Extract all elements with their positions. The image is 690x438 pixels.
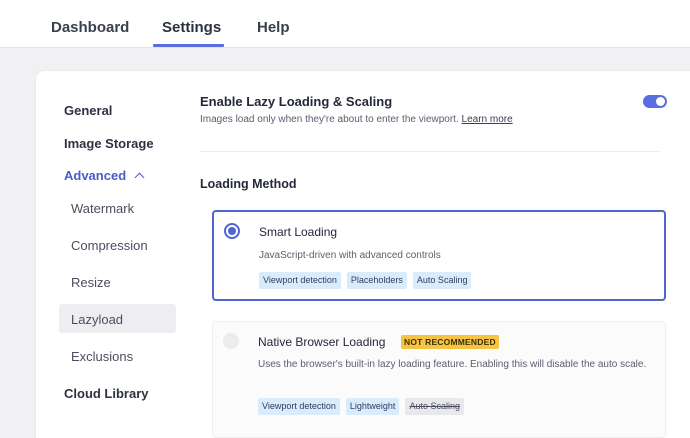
settings-panel: General Image Storage Advanced Watermark… bbox=[36, 71, 690, 438]
toggle-knob bbox=[656, 97, 665, 106]
lazy-loading-title: Enable Lazy Loading & Scaling bbox=[200, 94, 393, 109]
lazy-loading-toggle[interactable] bbox=[643, 95, 667, 108]
native-loading-description: Uses the browser's built-in lazy loading… bbox=[258, 359, 647, 370]
native-loading-title: Native Browser Loading bbox=[258, 335, 386, 349]
loading-method-title: Loading Method bbox=[200, 177, 297, 191]
smart-loading-option[interactable]: Smart Loading JavaScript-driven with adv… bbox=[212, 210, 666, 301]
sidebar-item-image-storage[interactable]: Image Storage bbox=[64, 136, 154, 151]
tag-auto-scaling-disabled: Auto Scaling bbox=[405, 398, 464, 415]
tag-viewport-detection: Viewport detection bbox=[258, 398, 340, 415]
sidebar-item-exclusions[interactable]: Exclusions bbox=[71, 349, 133, 364]
tag-viewport-detection: Viewport detection bbox=[259, 272, 341, 289]
chevron-up-icon bbox=[134, 172, 145, 183]
lazy-loading-desc-text: Images load only when they're about to e… bbox=[200, 114, 459, 125]
sidebar-item-lazyload[interactable]: Lazyload bbox=[71, 312, 123, 327]
smart-loading-tags: Viewport detection Placeholders Auto Sca… bbox=[259, 272, 472, 289]
smart-loading-description: JavaScript-driven with advanced controls bbox=[259, 250, 441, 261]
learn-more-link[interactable]: Learn more bbox=[462, 114, 513, 125]
tag-auto-scaling: Auto Scaling bbox=[412, 272, 472, 289]
tab-help[interactable]: Help bbox=[257, 19, 290, 36]
native-loading-tags: Viewport detection Lightweight Auto Scal… bbox=[258, 398, 464, 415]
active-tab-indicator bbox=[153, 44, 224, 47]
tag-placeholders: Placeholders bbox=[346, 272, 407, 289]
smart-loading-title: Smart Loading bbox=[259, 225, 338, 239]
native-loading-radio[interactable] bbox=[223, 333, 239, 349]
top-navigation: Dashboard Settings Help bbox=[0, 0, 690, 48]
tab-dashboard[interactable]: Dashboard bbox=[51, 19, 129, 36]
sidebar-item-label: Advanced bbox=[64, 168, 127, 183]
sidebar-item-advanced[interactable]: Advanced bbox=[64, 168, 145, 183]
sidebar-item-resize[interactable]: Resize bbox=[71, 275, 111, 290]
section-divider bbox=[200, 151, 660, 152]
lazy-loading-description: Images load only when they're about to e… bbox=[200, 114, 513, 125]
smart-loading-radio[interactable] bbox=[224, 223, 240, 239]
sidebar-item-watermark[interactable]: Watermark bbox=[71, 201, 134, 216]
not-recommended-badge: NOT RECOMMENDED bbox=[401, 335, 499, 349]
sidebar-item-cloud-library[interactable]: Cloud Library bbox=[64, 386, 149, 401]
native-loading-option[interactable]: Native Browser Loading NOT RECOMMENDED U… bbox=[212, 321, 666, 438]
tag-lightweight: Lightweight bbox=[345, 398, 400, 415]
tab-settings[interactable]: Settings bbox=[162, 19, 221, 36]
sidebar-item-general[interactable]: General bbox=[64, 103, 112, 118]
sidebar-item-compression[interactable]: Compression bbox=[71, 238, 148, 253]
